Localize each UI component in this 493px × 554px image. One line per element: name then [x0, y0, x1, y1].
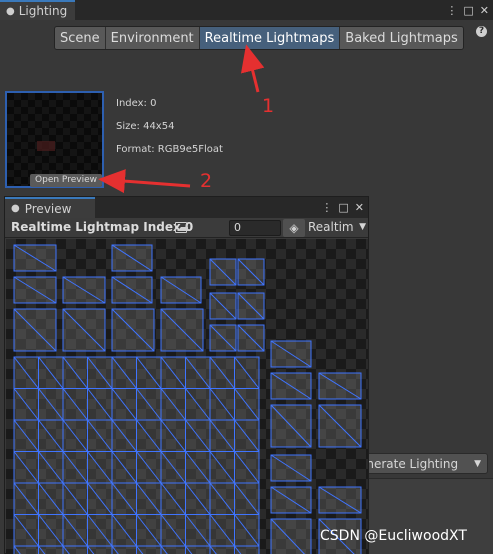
arrow-2 [98, 169, 191, 194]
callout-1: 1 [262, 95, 275, 117]
callout-2: 2 [200, 170, 213, 192]
arrow-1 [240, 44, 265, 93]
annotation-arrows [98, 44, 265, 194]
watermark: CSDN @EucliwoodXT [320, 528, 467, 544]
